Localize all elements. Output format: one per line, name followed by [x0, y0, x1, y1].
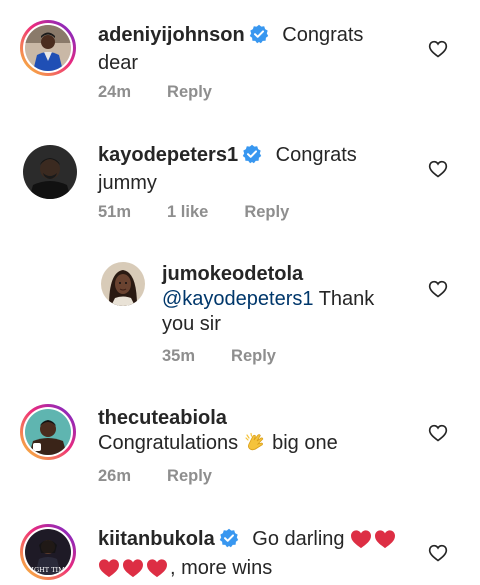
username[interactable]: thecuteabiola [98, 407, 227, 429]
comment-text: Congrats [275, 144, 357, 166]
comment-meta: 26m Reply [98, 467, 248, 486]
username[interactable]: jumokeodetola [162, 263, 303, 285]
comment-body: adeniyijohnson Congrats dear [98, 23, 408, 76]
comment-text: Thank [318, 288, 375, 310]
comment-text-cont: you sir [162, 313, 221, 335]
timestamp: 24m [98, 83, 132, 101]
avatar-caption: RIGHT TIME [26, 566, 69, 574]
comment-text-cont: , more wins [170, 557, 273, 579]
comment-text-cont: big one [272, 432, 338, 454]
comment-body: jumokeodetola @kayodepeters1 Thank you s… [162, 262, 402, 337]
avatar-jumokeodetola[interactable] [101, 262, 145, 306]
verified-badge-icon [249, 24, 269, 51]
timestamp: 35m [162, 347, 196, 365]
heart-outline-icon[interactable] [428, 39, 448, 59]
timestamp: 26m [98, 467, 132, 485]
reply-button[interactable]: Reply [244, 203, 289, 222]
comment-body: thecuteabiola Congratulations big one [98, 406, 418, 461]
username[interactable]: kiitanbukola [98, 528, 215, 550]
avatar-kayodepeters1[interactable] [23, 145, 77, 199]
mention-link[interactable]: @kayodepeters1 [162, 288, 314, 310]
verified-badge-icon [219, 528, 239, 555]
reply-button[interactable]: Reply [167, 83, 212, 102]
comment-body: kiitanbukola Go darling , more wins [98, 527, 418, 585]
comment-body: kayodepeters1 Congrats jummy [98, 143, 408, 196]
clapping-hands-emoji-icon [244, 432, 266, 461]
verified-badge-icon [242, 144, 262, 171]
red-heart-emoji-icon [374, 529, 396, 556]
heart-outline-icon[interactable] [428, 423, 448, 443]
comment-meta: 35m Reply [162, 347, 312, 366]
timestamp: 51m [98, 203, 132, 221]
avatar-kiitanbukola[interactable]: RIGHT TIME [20, 524, 76, 580]
heart-outline-icon[interactable] [428, 279, 448, 299]
comment-meta: 51m 1 like Reply [98, 203, 325, 222]
red-heart-emoji-icon [350, 529, 372, 556]
avatar-thecuteabiola[interactable] [20, 404, 76, 460]
reply-button[interactable]: Reply [167, 467, 212, 486]
comment-text: Congratulations [98, 432, 239, 454]
comment-text: Go darling [252, 528, 345, 550]
username[interactable]: kayodepeters1 [98, 144, 238, 166]
avatar-adeniyijohnson[interactable] [20, 20, 76, 76]
comment-text-cont: dear [98, 52, 139, 74]
comment-meta: 24m Reply [98, 83, 248, 102]
comment-text-cont: jummy [98, 172, 157, 194]
heart-outline-icon[interactable] [428, 159, 448, 179]
reply-button[interactable]: Reply [231, 347, 276, 366]
comment-text: Congrats [282, 24, 364, 46]
username[interactable]: adeniyijohnson [98, 24, 245, 46]
likes-count[interactable]: 1 like [167, 203, 208, 222]
heart-outline-icon[interactable] [428, 543, 448, 563]
